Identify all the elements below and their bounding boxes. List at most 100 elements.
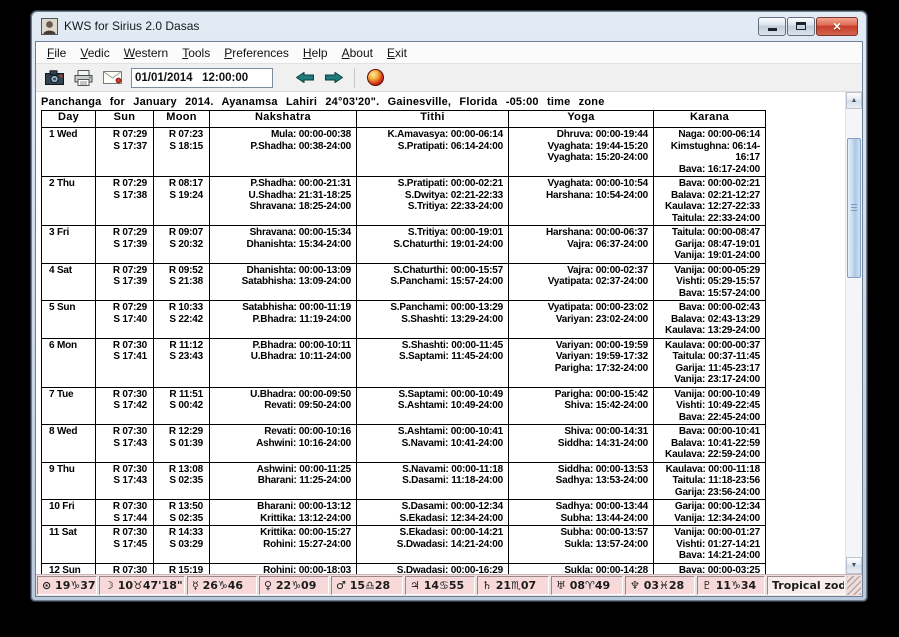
yoga-cell: Dhruva: 00:00-19:44Vyaghata: 19:44-15:20… — [509, 128, 654, 177]
column-header-nakshatra: Nakshatra — [210, 111, 357, 128]
nakshatra-entry: Rohini: 15:27-24:00 — [212, 539, 351, 551]
day-entry: 7 Tue — [49, 389, 93, 401]
karana-entry: Kaulava: 00:00-00:37 — [656, 340, 760, 352]
tithi-entry: S.Ashtami: 10:49-24:00 — [359, 400, 503, 412]
karana-entry: Vanija: 00:00-10:49 — [656, 389, 760, 401]
previous-day-button[interactable] — [293, 67, 317, 89]
sun-cell: R 07:30S 17:44 — [96, 500, 154, 526]
menu-item-vedic[interactable]: Vedic — [73, 44, 116, 62]
yoga-cell: Vyaghata: 00:00-10:54Harshana: 10:54-24:… — [509, 177, 654, 226]
karana-cell: Taitula: 00:00-08:47Garija: 08:47-19:01V… — [654, 226, 766, 264]
red-sphere-button[interactable] — [363, 67, 387, 89]
tithi-entry: S.Ekadasi: 12:34-24:00 — [359, 513, 503, 525]
status-planet-position: ♆ 03♓28 — [625, 576, 695, 595]
yoga-entry: Dhruva: 00:00-19:44 — [511, 129, 648, 141]
moon-entry: S 01:39 — [156, 438, 203, 450]
nakshatra-cell: Dhanishta: 00:00-13:09Satabhisha: 13:09-… — [210, 263, 357, 301]
moon-entry: R 12:29 — [156, 426, 203, 438]
tithi-entry: S.Shashti: 13:29-24:00 — [359, 314, 503, 326]
menu-item-exit[interactable]: Exit — [380, 44, 414, 62]
scrollbar-thumb[interactable] — [847, 138, 861, 278]
menu-item-western[interactable]: Western — [117, 44, 175, 62]
nakshatra-entry: Rohini: 00:00-18:03 — [212, 565, 351, 575]
yoga-cell: Parigha: 00:00-15:42Shiva: 15:42-24:00 — [509, 387, 654, 425]
nakshatra-entry: Bharani: 11:25-24:00 — [212, 475, 351, 487]
day-entry: 5 Sun — [49, 302, 93, 314]
vertical-scrollbar[interactable]: ▲ ▼ — [845, 92, 862, 574]
day-entry: 9 Thu — [49, 464, 93, 476]
toolbar — [36, 64, 862, 92]
nakshatra-entry: Shravana: 18:25-24:00 — [212, 201, 351, 213]
nakshatra-entry: U.Bhadra: 10:11-24:00 — [212, 351, 351, 363]
tithi-cell: S.Navami: 00:00-11:18S.Dasami: 11:18-24:… — [357, 462, 509, 500]
minimize-button[interactable] — [758, 17, 786, 36]
yoga-entry: Shiva: 15:42-24:00 — [511, 400, 648, 412]
yoga-entry: Harshana: 00:00-06:37 — [511, 227, 648, 239]
tithi-cell: S.Saptami: 00:00-10:49S.Ashtami: 10:49-2… — [357, 387, 509, 425]
scroll-down-button[interactable]: ▼ — [846, 557, 862, 574]
column-header-moon: Moon — [154, 111, 210, 128]
moon-cell: R 09:52S 21:38 — [154, 263, 210, 301]
day-entry: 4 Sat — [49, 265, 93, 277]
camera-button[interactable] — [42, 67, 66, 89]
column-header-tithi: Tithi — [357, 111, 509, 128]
day-cell: 8 Wed — [42, 425, 96, 463]
karana-entry: Kaulava: 00:00-11:18 — [656, 464, 760, 476]
status-planet-position: ♇ 11♑34 — [697, 576, 765, 595]
table-row: 11 SatR 07:30S 17:45R 14:33S 03:29Kritti… — [42, 526, 766, 564]
moon-cell: R 10:33S 22:42 — [154, 301, 210, 339]
karana-entry: Balava: 02:21-12:27 — [656, 190, 760, 202]
maximize-icon — [796, 22, 806, 30]
moon-entry: S 21:38 — [156, 276, 203, 288]
yoga-entry: Subha: 13:44-24:00 — [511, 513, 648, 525]
table-row: 10 FriR 07:30S 17:44R 13:50S 02:35Bharan… — [42, 500, 766, 526]
sun-cell: R 07:29S 17:38 — [96, 177, 154, 226]
karana-entry: Kaulava: 13:29-24:00 — [656, 325, 760, 337]
status-planet-position: ☽ 10♉47'18" — [99, 576, 185, 595]
yoga-entry: Vyatipata: 00:00-23:02 — [511, 302, 648, 314]
nakshatra-entry: P.Shadha: 00:38-24:00 — [212, 141, 351, 153]
menu-item-about[interactable]: About — [335, 44, 380, 62]
tithi-entry: S.Chaturthi: 19:01-24:00 — [359, 239, 503, 251]
nakshatra-entry: U.Bhadra: 00:00-09:50 — [212, 389, 351, 401]
table-row: 7 TueR 07:30S 17:42R 11:51S 00:42U.Bhadr… — [42, 387, 766, 425]
menu-item-help[interactable]: Help — [296, 44, 335, 62]
nakshatra-cell: Mula: 00:00-00:38P.Shadha: 00:38-24:00 — [210, 128, 357, 177]
sun-entry: R 07:29 — [98, 178, 147, 190]
day-entry: 11 Sat — [49, 527, 93, 539]
yoga-entry: Vajra: 00:00-02:37 — [511, 265, 648, 277]
table-row: 8 WedR 07:30S 17:43R 12:29S 01:39Revati:… — [42, 425, 766, 463]
karana-cell: Bava: 00:00-03:25Balava: 03:25-16:29Kaul… — [654, 563, 766, 574]
moon-entry: R 08:17 — [156, 178, 203, 190]
close-button[interactable]: × — [816, 17, 858, 36]
tithi-cell: S.Tritiya: 00:00-19:01S.Chaturthi: 19:01… — [357, 226, 509, 264]
karana-entry: Garija: 11:45-23:17 — [656, 363, 760, 375]
window-controls: × — [758, 17, 858, 36]
maximize-button[interactable] — [787, 17, 815, 36]
tithi-entry: S.Pratipati: 00:00-02:21 — [359, 178, 503, 190]
sun-entry: R 07:30 — [98, 501, 147, 513]
moon-entry: R 11:12 — [156, 340, 203, 352]
tithi-cell: S.Dwadasi: 00:00-16:29S.Trayodasi: 16:29… — [357, 563, 509, 574]
sun-entry: S 17:37 — [98, 141, 147, 153]
yoga-entry: Parigha: 00:00-15:42 — [511, 389, 648, 401]
yoga-cell: Sukla: 00:00-14:28Brahma: 14:28-24:00 — [509, 563, 654, 574]
datetime-input[interactable] — [131, 68, 273, 88]
menu-item-tools[interactable]: Tools — [175, 44, 217, 62]
report-header: Panchanga for January 2014. Ayanamsa Lah… — [41, 96, 842, 108]
tithi-entry: S.Panchami: 00:00-13:29 — [359, 302, 503, 314]
day-cell: 12 Sun — [42, 563, 96, 574]
menu-item-file[interactable]: File — [40, 44, 73, 62]
moon-entry: R 13:08 — [156, 464, 203, 476]
menu-item-preferences[interactable]: Preferences — [217, 44, 296, 62]
tithi-cell: S.Panchami: 00:00-13:29S.Shashti: 13:29-… — [357, 301, 509, 339]
table-header-row: DaySunMoonNakshatraTithiYogaKarana — [42, 111, 766, 128]
sun-entry: S 17:39 — [98, 239, 147, 251]
print-button[interactable] — [71, 67, 95, 89]
resize-grip-icon[interactable] — [847, 576, 861, 595]
close-icon: × — [833, 19, 841, 33]
next-day-button[interactable] — [322, 67, 346, 89]
nakshatra-entry: P.Bhadra: 00:00-10:11 — [212, 340, 351, 352]
email-button[interactable] — [100, 67, 124, 89]
scroll-up-button[interactable]: ▲ — [846, 92, 862, 109]
